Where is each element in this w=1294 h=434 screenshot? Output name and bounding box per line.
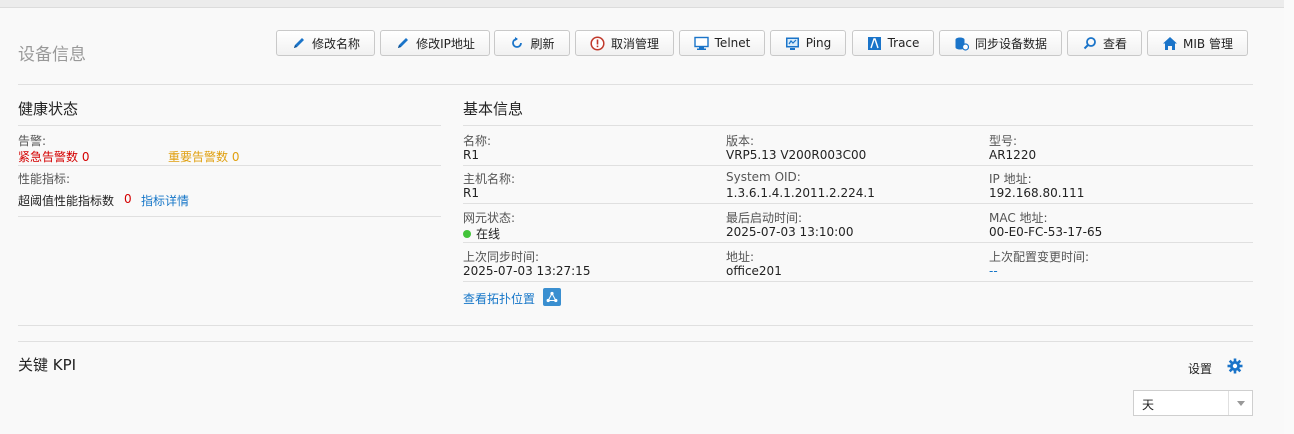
top-border	[0, 0, 1284, 8]
gear-icon[interactable]	[1227, 358, 1245, 376]
kpi-title: 关键 KPI	[18, 356, 77, 374]
cancel-manage-label: 取消管理	[610, 36, 659, 51]
hostname-label: 主机名称:	[463, 172, 516, 186]
modify-ip-label: 修改IP地址	[416, 36, 475, 51]
cancel-manage-button[interactable]: 取消管理	[575, 30, 674, 56]
refresh-icon	[509, 35, 525, 51]
perf-label: 性能指标:	[18, 172, 71, 186]
basic-row-divider	[463, 203, 1253, 204]
critical-alarm-label: 紧急告警数	[18, 150, 79, 164]
ping-icon	[785, 35, 801, 51]
major-alarm-label: 重要告警数	[168, 150, 229, 164]
page-title: 设备信息	[18, 45, 86, 65]
view-button[interactable]: 查看	[1067, 30, 1142, 56]
trace-button[interactable]: Trace	[852, 30, 934, 56]
model-value: AR1220	[989, 148, 1037, 162]
kpi-period-select[interactable]: 天	[1133, 390, 1253, 416]
critical-alarm[interactable]: 紧急告警数 0	[18, 148, 89, 165]
status-text: 在线	[476, 227, 501, 241]
perf-detail-link[interactable]: 指标详情	[141, 192, 189, 209]
sync-data-label: 同步设备数据	[974, 36, 1047, 51]
view-label: 查看	[1102, 36, 1127, 51]
pencil-icon	[395, 35, 411, 51]
alarm-label: 告警:	[18, 134, 47, 148]
header-divider	[18, 84, 1253, 85]
name-label: 名称:	[463, 134, 492, 148]
mac-label: MAC 地址:	[989, 211, 1048, 225]
pencil-icon	[291, 35, 307, 51]
chevron-down-icon[interactable]	[1228, 391, 1252, 415]
boot-label: 最后启动时间:	[726, 211, 803, 225]
sync-data-button[interactable]: 同步设备数据	[939, 30, 1062, 56]
model-label: 型号:	[989, 134, 1018, 148]
trace-label: Trace	[887, 36, 920, 50]
online-status-icon	[463, 230, 471, 238]
address-label: 地址:	[726, 250, 755, 264]
oid-label: System OID:	[726, 170, 801, 184]
telnet-button[interactable]: Telnet	[679, 30, 765, 56]
version-value: VRP5.13 V200R003C00	[726, 148, 867, 162]
threshold-label: 超阈值性能指标数	[18, 194, 115, 208]
name-value: R1	[463, 148, 479, 162]
health-divider	[18, 125, 441, 126]
boot-value: 2025-07-03 13:10:00	[726, 225, 854, 239]
topo-location-link[interactable]: 查看拓扑位置	[463, 290, 535, 307]
status-value: 在线	[463, 225, 500, 242]
hostname-value: R1	[463, 186, 479, 200]
health-title: 健康状态	[18, 100, 79, 118]
sync-database-icon	[954, 35, 970, 51]
trace-icon	[867, 35, 883, 51]
version-label: 版本:	[726, 134, 755, 148]
ip-value: 192.168.80.111	[989, 186, 1085, 200]
terminal-icon	[694, 35, 710, 51]
search-icon	[1082, 35, 1098, 51]
basic-row-divider	[463, 281, 1253, 282]
address-value: office201	[726, 264, 782, 278]
kpi-divider	[18, 341, 1253, 342]
modify-ip-button[interactable]: 修改IP地址	[380, 30, 490, 56]
major-alarm[interactable]: 重要告警数 0	[168, 148, 239, 165]
cfg-change-label: 上次配置变更时间:	[989, 250, 1090, 264]
basic-title: 基本信息	[463, 100, 524, 118]
mac-value: 00-E0-FC-53-17-65	[989, 225, 1103, 239]
mib-manage-button[interactable]: MIB 管理	[1147, 30, 1248, 56]
status-label: 网元状态:	[463, 211, 516, 225]
rename-button[interactable]: 修改名称	[276, 30, 375, 56]
critical-alarm-count: 0	[81, 150, 90, 164]
major-alarm-count: 0	[231, 150, 240, 164]
warning-circle-icon	[590, 35, 606, 51]
mib-manage-label: MIB 管理	[1183, 36, 1233, 51]
kpi-period-value: 天	[1142, 398, 1155, 412]
sync-label: 上次同步时间:	[463, 250, 540, 264]
basic-row-divider	[463, 165, 1253, 166]
rename-label: 修改名称	[311, 36, 360, 51]
refresh-button[interactable]: 刷新	[494, 30, 570, 56]
telnet-label: Telnet	[714, 36, 751, 50]
basic-row-divider	[463, 242, 1253, 243]
basic-divider	[463, 125, 1253, 126]
sync-value: 2025-07-03 13:27:15	[463, 264, 591, 278]
cfg-change-value[interactable]: --	[989, 264, 998, 278]
oid-value: 1.3.6.1.4.1.2011.2.224.1	[726, 186, 875, 200]
ip-label: IP 地址:	[989, 172, 1032, 186]
scrollbar[interactable]	[1284, 0, 1294, 434]
kpi-settings-link[interactable]: 设置	[1188, 360, 1212, 377]
ping-label: Ping	[805, 36, 832, 50]
health-row-divider	[18, 165, 441, 166]
section-divider	[18, 325, 1253, 326]
ping-button[interactable]: Ping	[770, 30, 846, 56]
refresh-label: 刷新	[530, 36, 555, 51]
health-bottom-divider	[18, 216, 441, 217]
topology-icon[interactable]	[543, 288, 561, 306]
threshold-count: 0	[124, 192, 132, 206]
home-icon	[1162, 35, 1178, 51]
